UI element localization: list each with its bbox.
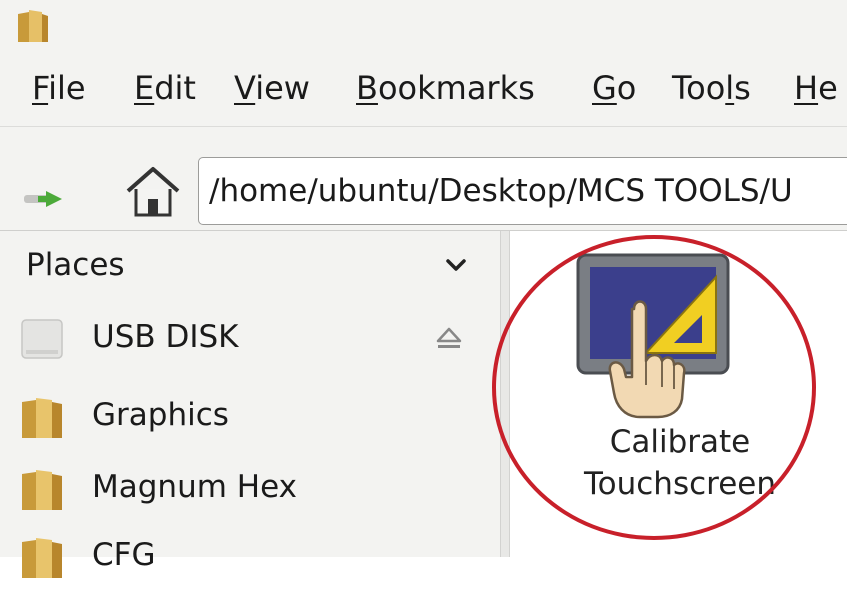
sidebar-item-label: CFG [92,537,156,573]
pane-divider[interactable] [500,231,510,557]
menu-tools[interactable]: Tools [672,68,751,108]
folder-icon [22,470,62,510]
location-input[interactable] [209,158,847,224]
menu-edit[interactable]: Edit [134,68,196,108]
home-icon[interactable] [122,161,184,223]
drive-icon [21,319,63,359]
file-view: Calibrate Touchscreen [510,231,847,557]
folder-app-icon [18,10,48,42]
window-titlebar [0,0,847,50]
sidebar-item-label: Magnum Hex [92,469,297,505]
menu-file[interactable]: File [32,68,86,108]
sidebar-places: Places USB DISK Graphics Magnum Hex CFG [0,231,500,578]
sidebar-item-graphics[interactable]: Graphics [0,381,500,451]
sidebar-item-usb-disk[interactable]: USB DISK [0,303,500,373]
folder-icon [22,538,62,578]
sidebar-item-label: Graphics [92,397,229,433]
menu-view[interactable]: View [234,68,310,108]
sidebar-item-magnum-hex[interactable]: Magnum Hex [0,453,500,523]
touchscreen-calibrate-icon [576,253,730,419]
location-bar[interactable] [198,157,847,225]
sidebar-item-label: USB DISK [92,319,239,355]
toolbar [0,127,847,231]
back-arrow-icon[interactable] [24,185,66,215]
sidebar-item-cfg[interactable]: CFG [0,521,500,591]
chevron-down-icon[interactable] [436,245,476,285]
menu-go[interactable]: Go [592,68,636,108]
places-header: Places [26,247,125,283]
menu-help[interactable]: He [794,68,838,108]
eject-icon[interactable] [432,321,466,355]
folder-icon [22,398,62,438]
menu-bar: File Edit View Bookmarks Go Tools He [0,50,847,127]
file-item-label: Calibrate Touchscreen [583,424,777,502]
menu-bookmarks[interactable]: Bookmarks [356,68,535,108]
